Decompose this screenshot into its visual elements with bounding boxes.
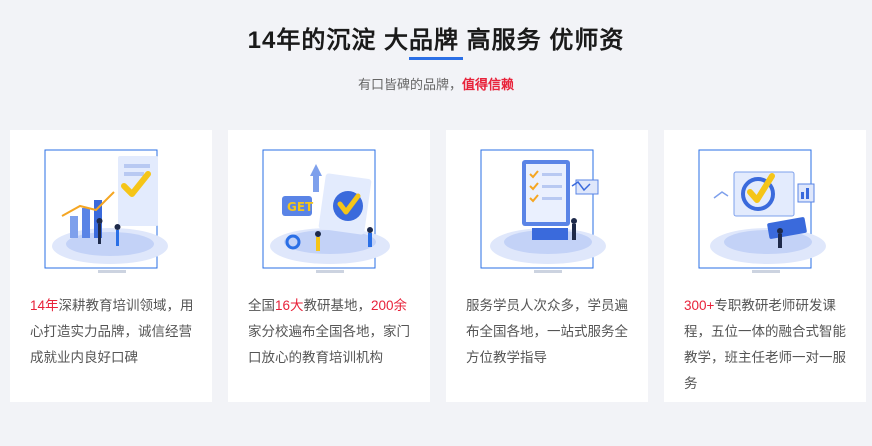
- card-description: 全国16大教研基地，200余家分校遍布全国各地，家门口放心的教育培训机构: [248, 293, 418, 371]
- description-text: 教研基地，: [303, 298, 372, 313]
- highlight-text: 200余: [371, 298, 408, 313]
- feature-card-bases: GET 全国16大教研基地，200余家分校遍布全国各地，家门口放心的教育培训机构: [228, 130, 430, 402]
- feature-card-teachers: 300+专职教研老师研发课程，五位一体的融合式智能教学，班主任老师一对一服务: [664, 130, 866, 402]
- highlight-text: 16大: [275, 298, 304, 313]
- svg-text:GET: GET: [287, 200, 314, 214]
- feature-card-brand: 14年深耕教育培训领域，用心打造实力品牌，诚信经营成就业内良好口碑: [10, 130, 212, 402]
- feature-card-service: 服务学员人次众多，学员遍布全国各地，一站式服务全方位教学指导: [446, 130, 648, 402]
- subtitle-text: 有口皆碑的品牌，: [357, 77, 462, 92]
- card-description: 14年深耕教育培训领域，用心打造实力品牌，诚信经营成就业内良好口碑: [30, 293, 200, 371]
- checklist-service-illustration: [480, 149, 606, 273]
- description-text: 服务学员人次众多，学员遍布全国各地，一站式服务全方位教学指导: [466, 298, 628, 365]
- section-subtitle: 有口皆碑的品牌，值得信赖: [0, 74, 872, 93]
- description-text: 家分校遍布全国各地，家门口放心的教育培训机构: [248, 324, 410, 365]
- growth-chart-illustration: [44, 149, 168, 273]
- description-text: 全国: [248, 298, 275, 313]
- section-title: 14年的沉淀 大品牌 高服务 优师资: [247, 27, 625, 54]
- card-description: 服务学员人次众多，学员遍布全国各地，一站式服务全方位教学指导: [466, 293, 636, 371]
- highlight-text: 300+: [684, 298, 715, 313]
- card-description: 300+专职教研老师研发课程，五位一体的融合式智能教学，班主任老师一对一服务: [684, 293, 854, 397]
- title-underline: [409, 57, 463, 60]
- get-award-illustration: GET: [262, 149, 390, 273]
- subtitle-highlight: 值得信赖: [462, 77, 515, 92]
- highlight-text: 14年: [30, 298, 59, 313]
- laptop-teaching-illustration: [698, 149, 826, 273]
